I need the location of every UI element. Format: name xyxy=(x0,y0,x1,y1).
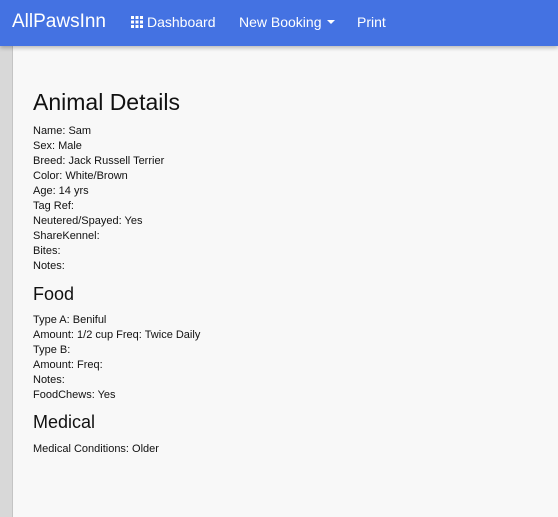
brand-link[interactable]: AllPawsInn xyxy=(12,10,106,34)
page-title: Animal Details xyxy=(33,89,180,115)
field-food-chews: FoodChews: Yes xyxy=(33,389,116,401)
field-food-notes: Notes: xyxy=(33,374,65,386)
nav-new-booking-label: New Booking xyxy=(239,14,322,30)
field-amount-b: Amount: Freq: xyxy=(33,359,103,371)
top-navbar: AllPawsInn Dashboard New Booking Print xyxy=(0,0,558,46)
field-type-a: Type A: Beniful xyxy=(33,314,107,326)
nav-new-booking-dropdown[interactable]: New Booking xyxy=(239,13,335,31)
field-name: Name: Sam xyxy=(33,125,92,137)
field-share-kennel: ShareKennel: xyxy=(33,230,100,242)
caret-down-icon xyxy=(326,20,335,24)
field-amount-a: Amount: 1/2 cup Freq: Twice Daily xyxy=(33,329,201,341)
nav-print[interactable]: Print xyxy=(357,13,386,31)
field-neutered-spayed: Neutered/Spayed: Yes xyxy=(33,215,143,227)
nav-dashboard-label: Dashboard xyxy=(147,14,216,30)
left-rail xyxy=(0,46,13,517)
medical-section-title: Medical xyxy=(33,412,96,432)
field-medical-conditions: Medical Conditions: Older xyxy=(33,443,159,455)
field-color: Color: White/Brown xyxy=(33,170,128,182)
field-sex: Sex: Male xyxy=(33,140,82,152)
field-breed: Breed: Jack Russell Terrier xyxy=(33,155,165,167)
field-bites: Bites: xyxy=(33,245,61,257)
nav-print-label: Print xyxy=(357,14,386,30)
field-type-b: Type B: xyxy=(33,344,71,356)
field-age: Age: 14 yrs xyxy=(33,185,89,197)
nav-dashboard[interactable]: Dashboard xyxy=(131,13,216,31)
field-tag-ref: Tag Ref: xyxy=(33,200,74,212)
grid-icon xyxy=(131,16,143,28)
field-notes: Notes: xyxy=(33,260,65,272)
food-section-title: Food xyxy=(33,284,75,304)
